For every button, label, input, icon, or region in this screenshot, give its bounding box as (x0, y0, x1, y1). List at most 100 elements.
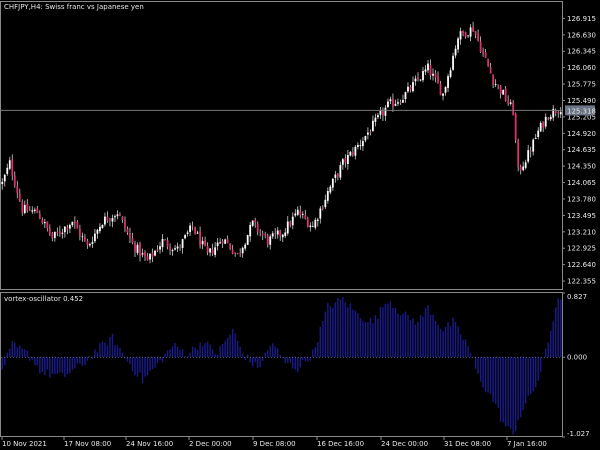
candle-body (387, 101, 389, 108)
candle-body (53, 231, 56, 238)
candle-body (499, 85, 502, 94)
candle-body (189, 225, 191, 233)
candle-body (23, 204, 26, 213)
candle-body (331, 178, 334, 188)
candle-body (467, 35, 469, 37)
candle-body (444, 86, 447, 93)
candle-body (81, 236, 84, 238)
price-axis-label: 123.210 (567, 228, 596, 236)
candle-body (339, 165, 342, 178)
candle-body (329, 186, 332, 193)
candle-body (539, 122, 542, 132)
candle-body (1, 181, 4, 185)
candle-body (216, 242, 219, 246)
candle-body (204, 240, 207, 246)
time-axis-label: 2 Dec 00:00 (189, 440, 232, 448)
candle-body (46, 221, 49, 229)
candle-body (159, 246, 161, 250)
candle-body (229, 243, 232, 250)
candle-body (321, 207, 324, 209)
candle-body (58, 231, 61, 234)
time-axis-label: 24 Dec 00:00 (381, 440, 428, 448)
time-axis-label: 10 Nov 2021 (2, 440, 47, 448)
candle-body (507, 100, 510, 104)
candle-body (407, 86, 409, 92)
candle-body (13, 175, 16, 186)
candle-body (239, 253, 242, 254)
candle-body (136, 244, 139, 253)
candle-body (244, 244, 247, 249)
candle-body (86, 240, 89, 245)
candle-body (299, 211, 302, 216)
candle-body (156, 249, 159, 251)
candle-body (382, 111, 384, 116)
candle-body (504, 88, 507, 101)
candle-body (219, 242, 222, 244)
candle-body (372, 120, 374, 132)
chart-canvas[interactable]: 126.915 126.630 126.345 126.060 125.775 125.4… (0, 0, 600, 450)
time-axis-label: 9 Dec 08:00 (253, 440, 296, 448)
candle-body (296, 209, 299, 215)
price-axis-label: 124.065 (567, 179, 596, 187)
candle-body (149, 253, 151, 260)
candle-body (151, 252, 154, 257)
candle-body (514, 113, 517, 140)
candle-body (63, 226, 66, 233)
candle-body (404, 92, 407, 100)
candle-body (66, 227, 69, 230)
candle-body (166, 240, 169, 247)
candle-body (361, 141, 364, 147)
candle-body (196, 232, 199, 234)
candle-body (124, 220, 126, 229)
price-axis-label: 126.345 (567, 48, 596, 56)
candle-body (434, 73, 437, 78)
candle-body (21, 201, 24, 213)
candle-body (274, 233, 277, 234)
candle-body (141, 253, 144, 255)
candle-body (457, 38, 459, 50)
candle-body (221, 241, 224, 244)
candle-body (439, 83, 442, 96)
candle-body (449, 70, 452, 77)
candle-body (201, 240, 204, 245)
candle-body (73, 220, 76, 224)
candle-body (101, 225, 104, 228)
candle-body (492, 74, 495, 85)
candle-body (397, 102, 399, 104)
candle-body (402, 100, 404, 103)
candle-body (377, 115, 379, 118)
candle-body (429, 64, 432, 76)
candle-body (522, 166, 525, 171)
candle-body (294, 213, 297, 216)
candle-body (557, 112, 560, 113)
candle-body (174, 248, 176, 250)
candle-body (234, 252, 237, 254)
candle-body (524, 162, 527, 168)
candle-body (269, 236, 272, 245)
candle-body (399, 102, 402, 104)
candle-body (104, 216, 106, 225)
candle-body (186, 232, 189, 234)
candle-body (99, 226, 101, 232)
candle-body (89, 243, 91, 246)
candle-body (392, 98, 394, 107)
candle-body (114, 216, 116, 218)
candle-body (144, 252, 146, 257)
candle-body (83, 237, 86, 241)
candle-body (364, 135, 367, 141)
candle-body (379, 110, 382, 115)
candle-body (41, 219, 44, 224)
candle-body (121, 216, 124, 221)
candle-body (324, 199, 327, 208)
candle-body (559, 112, 562, 115)
time-axis-label: 24 Nov 16:00 (126, 440, 173, 448)
price-axis-label: 123.495 (567, 212, 596, 220)
candle-body (394, 103, 397, 106)
price-axis-label: 124.350 (567, 163, 596, 171)
candle-body (176, 246, 179, 249)
candle-body (33, 209, 36, 212)
price-axis-label: 126.915 (567, 15, 596, 23)
candle-body (484, 52, 487, 58)
candle-body (417, 77, 419, 80)
candle-body (286, 221, 289, 234)
